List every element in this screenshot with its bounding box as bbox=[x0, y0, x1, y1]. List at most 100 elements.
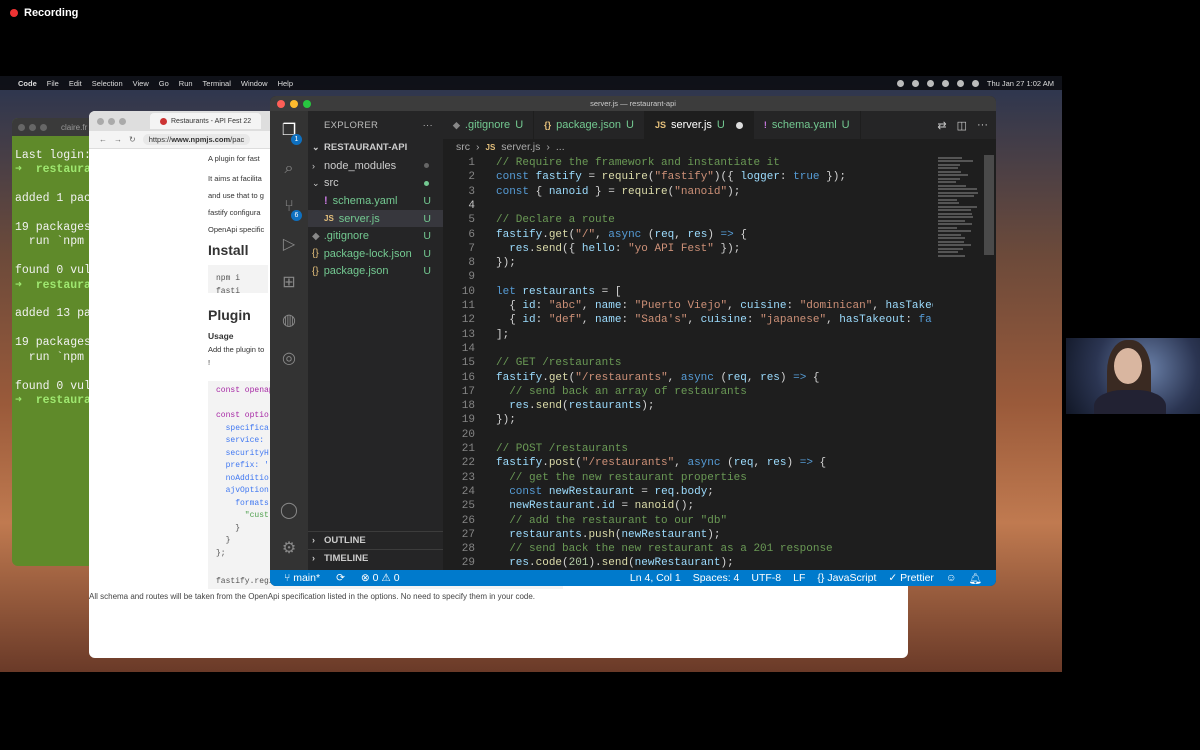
forward-arrow-icon[interactable]: → bbox=[114, 135, 122, 144]
minimize-button[interactable] bbox=[29, 124, 36, 131]
code-line[interactable]: 9 bbox=[443, 270, 933, 284]
code-line[interactable]: 12 { id: "def", name: "Sada's", cuisine:… bbox=[443, 313, 933, 327]
zoom-button[interactable] bbox=[119, 118, 126, 125]
reload-icon[interactable]: ↻ bbox=[129, 135, 136, 144]
open-changes-icon[interactable]: ⇄ bbox=[937, 119, 946, 132]
menu-view[interactable]: View bbox=[133, 79, 149, 88]
code-line[interactable]: 22 fastify.post("/restaurants", async (re… bbox=[443, 456, 933, 470]
code-line[interactable]: 6 fastify.get("/", async (req, res) => { bbox=[443, 228, 933, 242]
menu-file[interactable]: File bbox=[47, 79, 59, 88]
menu-edit[interactable]: Edit bbox=[69, 79, 82, 88]
mongodb-icon[interactable]: ◍ bbox=[279, 311, 299, 331]
cursor-position[interactable]: Ln 4, Col 1 bbox=[624, 572, 687, 585]
breadcrumb-folder[interactable]: src bbox=[456, 141, 470, 153]
code-line[interactable]: 19}); bbox=[443, 413, 933, 427]
tree-item-package-json[interactable]: {} package.json U bbox=[308, 263, 443, 281]
code-line[interactable]: 13]; bbox=[443, 328, 933, 342]
tree-item-schema-yaml[interactable]: ! schema.yaml U bbox=[308, 192, 443, 210]
code-editor[interactable]: 1 // Require the framework and instantiat… bbox=[443, 155, 933, 570]
bell-icon[interactable]: 🔔︎ bbox=[963, 572, 988, 585]
menu-selection[interactable]: Selection bbox=[92, 79, 123, 88]
vscode-window[interactable]: server.js — restaurant-api ❐ 1 ⌕ ⑂ 6 ▷ ⊞… bbox=[270, 96, 996, 586]
gear-icon[interactable]: ⚙ bbox=[279, 539, 299, 559]
editor-scrollbar[interactable] bbox=[984, 155, 994, 255]
branch-indicator[interactable]: ⑂ main* bbox=[278, 572, 326, 584]
search-icon[interactable]: ⌕ bbox=[279, 159, 299, 179]
code-line[interactable]: 15 // GET /restaurants bbox=[443, 356, 933, 370]
menu-go[interactable]: Go bbox=[159, 79, 169, 88]
code-line[interactable]: 2 const fastify = require("fastify")({ lo… bbox=[443, 170, 933, 184]
code-line[interactable]: 24 const newRestaurant = req.body; bbox=[443, 485, 933, 499]
menubar-clock[interactable]: Thu Jan 27 1:02 AM bbox=[987, 79, 1054, 88]
account-icon[interactable]: ◯ bbox=[279, 501, 299, 521]
code-line[interactable]: 20 bbox=[443, 428, 933, 442]
code-line[interactable]: 16 fastify.get("/restaurants", async (req… bbox=[443, 371, 933, 385]
code-line[interactable]: 10 let restaurants = [ bbox=[443, 285, 933, 299]
code-line[interactable]: 7 res.send({ hello: "yo API Fest" }); bbox=[443, 242, 933, 256]
code-line[interactable]: 4 bbox=[443, 199, 933, 213]
project-folder[interactable]: ⌄ RESTAURANT-API bbox=[308, 139, 443, 157]
code-line[interactable]: 8}); bbox=[443, 256, 933, 270]
back-arrow-icon[interactable]: ← bbox=[99, 135, 107, 144]
code-line[interactable]: 28 // send back the new restaurant as a … bbox=[443, 542, 933, 556]
tab-package-json[interactable]: {} package.json U bbox=[534, 111, 645, 139]
code-line[interactable]: 17 // send back an array of restaurants bbox=[443, 385, 933, 399]
zoom-button[interactable] bbox=[40, 124, 47, 131]
close-button[interactable] bbox=[97, 118, 104, 125]
tab--gitignore[interactable]: ◆ .gitignore U bbox=[443, 111, 534, 139]
problems-indicator[interactable]: ⊗ 0 ⚠ 0 bbox=[355, 572, 406, 584]
wifi-icon[interactable] bbox=[957, 80, 964, 87]
tree-item-src[interactable]: ⌄ src bbox=[308, 175, 443, 193]
feedback-icon[interactable]: ☺ bbox=[940, 572, 963, 585]
more-actions-icon[interactable]: ··· bbox=[423, 120, 433, 131]
code-line[interactable]: 14 bbox=[443, 342, 933, 356]
menu-terminal[interactable]: Terminal bbox=[203, 79, 231, 88]
code-line[interactable]: 25 newRestaurant.id = nanoid(); bbox=[443, 499, 933, 513]
menubar-app-name[interactable]: Code bbox=[18, 79, 37, 88]
status-icon[interactable] bbox=[912, 80, 919, 87]
status-icon[interactable] bbox=[927, 80, 934, 87]
code-line[interactable]: 27 restaurants.push(newRestaurant); bbox=[443, 528, 933, 542]
code-line[interactable]: 23 // get the new restaurant properties bbox=[443, 471, 933, 485]
outline-section[interactable]: › OUTLINE bbox=[308, 531, 443, 548]
code-line[interactable]: 5 // Declare a route bbox=[443, 213, 933, 227]
code-line[interactable]: 26 // add the restaurant to our "db" bbox=[443, 514, 933, 528]
breadcrumb-file[interactable]: server.js bbox=[501, 141, 540, 153]
indentation[interactable]: Spaces: 4 bbox=[687, 572, 746, 585]
code-line[interactable]: 1// Require the framework and instantiat… bbox=[443, 156, 933, 170]
timeline-section[interactable]: › TIMELINE bbox=[308, 549, 443, 566]
search-icon[interactable] bbox=[972, 80, 979, 87]
close-button[interactable] bbox=[18, 124, 25, 131]
gitlens-icon[interactable]: ◎ bbox=[279, 349, 299, 369]
code-line[interactable]: 3 const { nanoid } = require("nanoid"); bbox=[443, 185, 933, 199]
install-command[interactable]: npm i fasti bbox=[208, 265, 268, 293]
language-mode[interactable]: {} JavaScript bbox=[811, 572, 882, 585]
more-actions-icon[interactable]: ··· bbox=[977, 119, 988, 131]
menu-run[interactable]: Run bbox=[179, 79, 193, 88]
unsaved-dot-icon[interactable] bbox=[736, 122, 743, 129]
tree-item-server-js[interactable]: JS server.js U bbox=[308, 210, 443, 228]
code-line[interactable]: 11 { id: "abc", name: "Puerto Viejo", cu… bbox=[443, 299, 933, 313]
line-ending[interactable]: LF bbox=[787, 572, 811, 585]
code-line[interactable]: 29 res.code(201).send(newRestaurant); bbox=[443, 556, 933, 570]
browser-tab[interactable]: Restaurants - API Fest 22 bbox=[150, 113, 261, 129]
menu-help[interactable]: Help bbox=[278, 79, 293, 88]
tree-item-node-modules[interactable]: › node_modules bbox=[308, 157, 443, 175]
prettier-status[interactable]: ✓ Prettier bbox=[882, 572, 940, 585]
run-debug-icon[interactable]: ▷ bbox=[279, 235, 299, 255]
split-editor-icon[interactable]: ◫ bbox=[957, 119, 967, 132]
status-icon[interactable] bbox=[942, 80, 949, 87]
address-bar[interactable]: https://www.npmjs.com/pac bbox=[143, 134, 251, 145]
minimize-button[interactable] bbox=[108, 118, 115, 125]
encoding[interactable]: UTF-8 bbox=[745, 572, 787, 585]
breadcrumb-symbol[interactable]: ... bbox=[556, 141, 565, 153]
menu-window[interactable]: Window bbox=[241, 79, 268, 88]
tab-schema-yaml[interactable]: ! schema.yaml U bbox=[754, 111, 861, 139]
status-icon[interactable] bbox=[897, 80, 904, 87]
tree-item--gitignore[interactable]: ◆ .gitignore U bbox=[308, 227, 443, 245]
code-line[interactable]: 18 res.send(restaurants); bbox=[443, 399, 933, 413]
extensions-icon[interactable]: ⊞ bbox=[279, 273, 299, 293]
code-line[interactable]: 21 // POST /restaurants bbox=[443, 442, 933, 456]
minimap[interactable] bbox=[938, 155, 983, 275]
sync-icon[interactable]: ⟳ bbox=[330, 572, 351, 584]
